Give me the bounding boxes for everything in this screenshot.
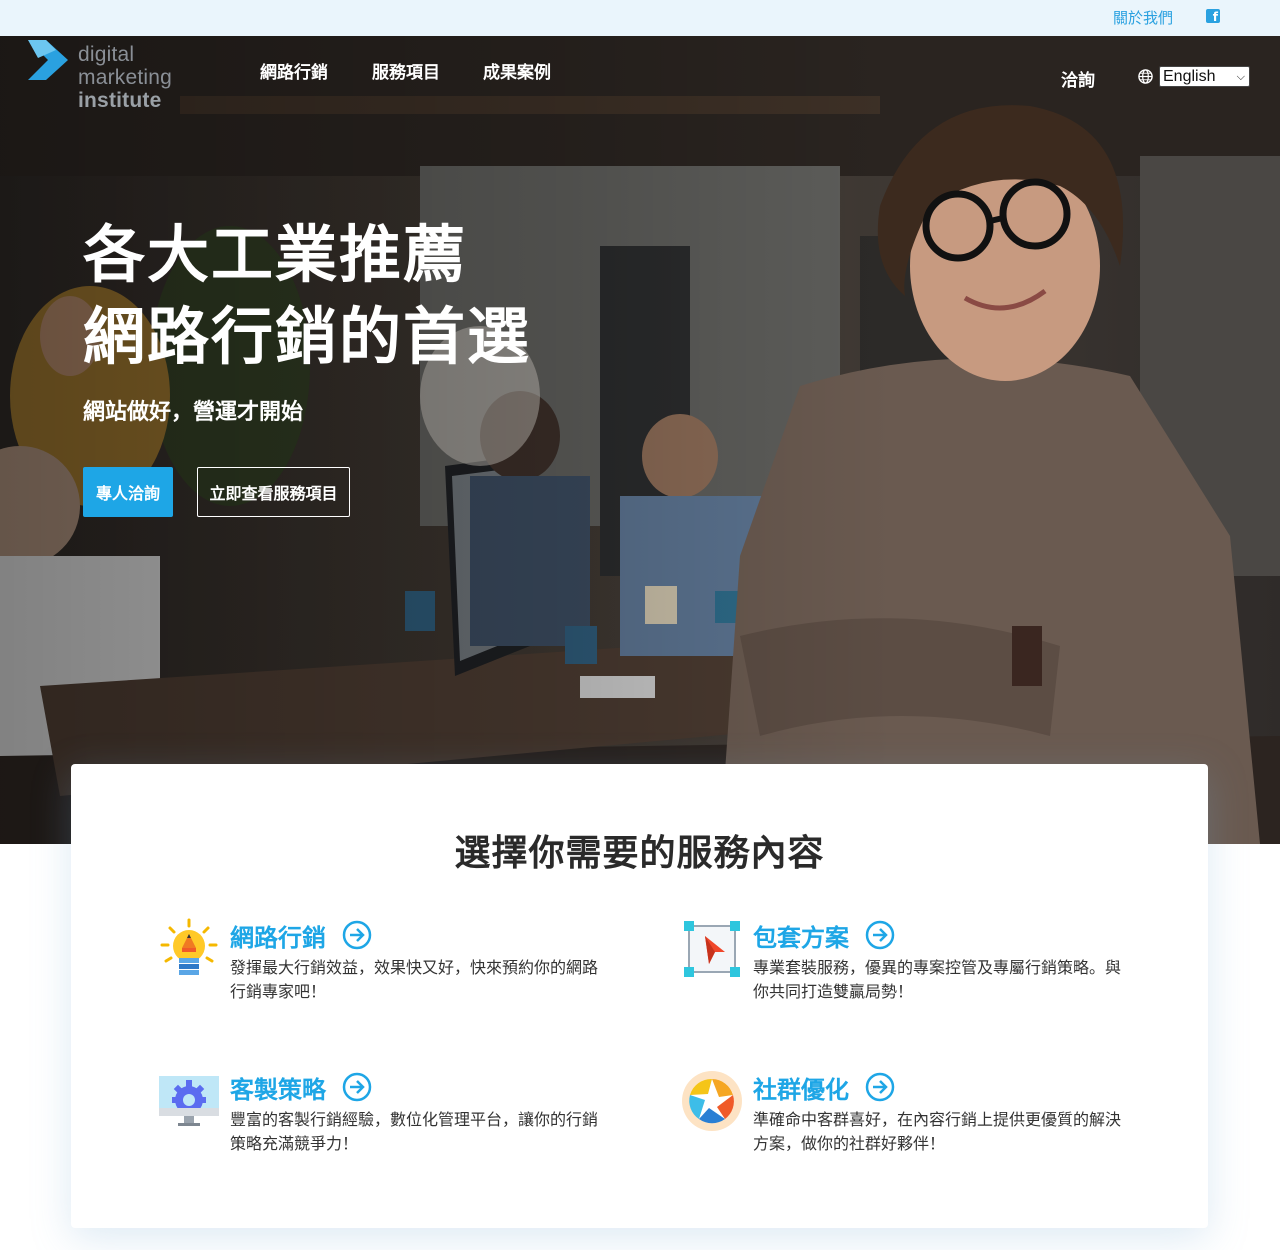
service-name[interactable]: 網路行銷: [230, 918, 326, 953]
hero-overlay: [0, 36, 1280, 844]
logo-text-line2: marketing: [78, 66, 173, 89]
logo-chevron-icon: [28, 40, 68, 80]
services-card: 選擇你需要的服務內容 網路行銷 發揮最大行銷效益，效果快又好，快來預約你的網路行…: [71, 764, 1208, 1228]
nav-item-consult[interactable]: 洽詢: [1061, 66, 1095, 91]
arrow-right-circle-icon[interactable]: [865, 1072, 895, 1102]
facebook-icon[interactable]: f: [1206, 9, 1220, 24]
vector-cursor-icon: [684, 921, 740, 977]
chevron-down-icon: ⌵: [1236, 71, 1245, 83]
globe-icon: [1138, 69, 1153, 84]
service-description: 專業套裝服務，優異的專案控管及專屬行銷策略。與你共同打造雙贏局勢！: [753, 958, 1122, 1001]
monitor-gear-icon: [159, 1076, 219, 1126]
service-description: 準確命中客群喜好，在內容行銷上提供更優質的解決方案，做你的社群好夥伴！: [753, 1110, 1122, 1153]
hero-title-line2: 網路行銷的首選: [83, 300, 532, 373]
logo-text-line1: digital: [78, 43, 135, 66]
consult-button[interactable]: 專人洽詢: [83, 467, 173, 517]
nav-item-online-marketing[interactable]: 網路行銷: [260, 58, 328, 83]
arrow-right-circle-icon[interactable]: [342, 1072, 372, 1102]
hero-title: 各大工業推薦 網路行銷的首選: [83, 214, 531, 378]
hero-subtitle: 網站做好，營運才開始: [83, 400, 304, 425]
lightbulb-pencil-icon: [160, 918, 218, 975]
nav-item-case-studies[interactable]: 成果案例: [483, 58, 551, 83]
language-select-value: English: [1163, 68, 1216, 85]
language-select[interactable]: English ⌵: [1159, 66, 1250, 87]
service-name[interactable]: 社群優化: [753, 1070, 849, 1105]
aperture-icon: [682, 1071, 742, 1131]
service-description: 發揮最大行銷效益，效果快又好，快來預約你的網路行銷專家吧！: [230, 958, 599, 1001]
service-description: 豐富的客製行銷經驗，數位化管理平台，讓你的行銷策略充滿競爭力！: [230, 1110, 599, 1153]
hero-title-line1: 各大工業推薦: [83, 218, 468, 291]
about-us-link[interactable]: 關於我們: [1113, 7, 1173, 28]
logo-text-line3: institute: [78, 89, 162, 112]
service-name[interactable]: 客製策略: [230, 1070, 326, 1105]
hero-section: digital marketing institute 網路行銷 服務項目 成果…: [0, 36, 1280, 844]
services-title: 選擇你需要的服務內容: [454, 833, 825, 874]
nav-item-services[interactable]: 服務項目: [372, 58, 440, 83]
arrow-right-circle-icon[interactable]: [865, 920, 895, 950]
service-name[interactable]: 包套方案: [753, 918, 849, 953]
site-logo[interactable]: digital marketing institute: [28, 38, 188, 114]
arrow-right-circle-icon[interactable]: [342, 920, 372, 950]
view-services-button[interactable]: 立即查看服務項目: [197, 467, 350, 517]
top-bar: 關於我們 f: [0, 0, 1280, 36]
